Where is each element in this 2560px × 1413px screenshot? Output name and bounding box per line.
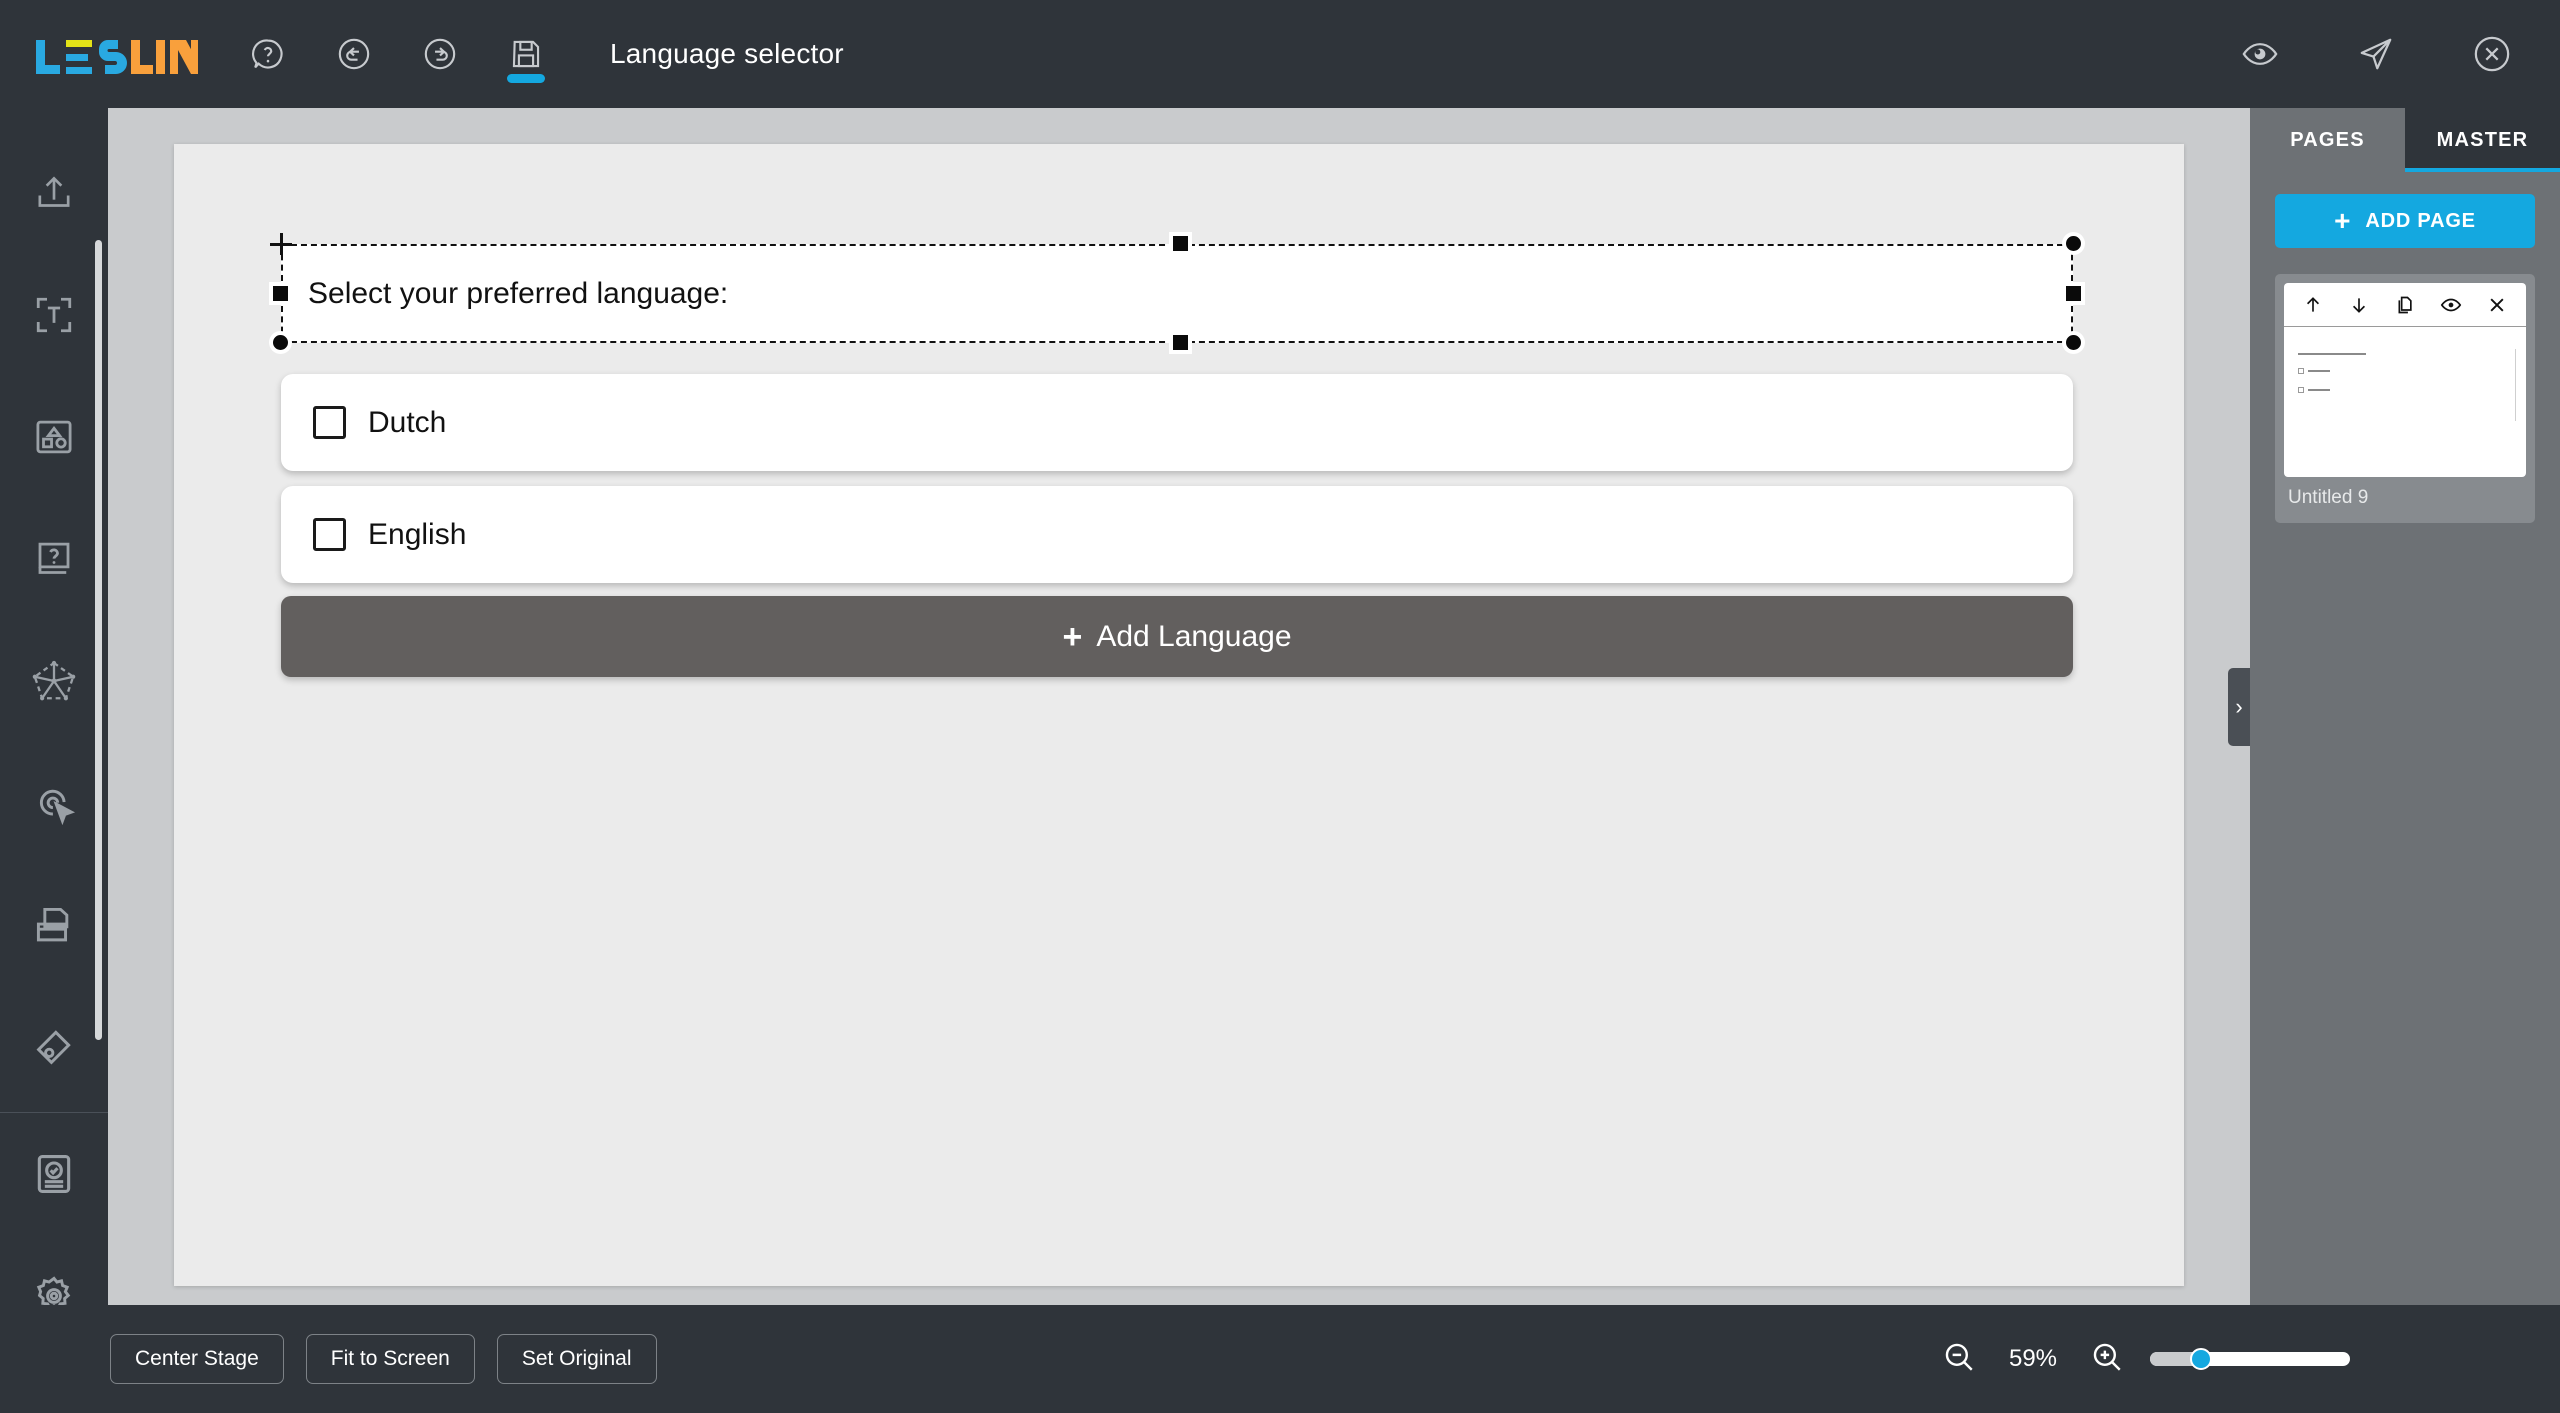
app-root: Language selector Select your preferred … bbox=[0, 0, 2560, 1413]
zoom-slider[interactable] bbox=[2150, 1348, 2350, 1370]
page-thumbnail-tools bbox=[2284, 283, 2526, 327]
resize-handle-top[interactable] bbox=[1173, 236, 1188, 251]
resize-handle-left[interactable] bbox=[273, 286, 288, 301]
sidebar-item-mindmap[interactable] bbox=[14, 622, 94, 744]
text-icon bbox=[33, 294, 75, 341]
logo-graphic bbox=[36, 40, 198, 74]
page-thumbnail[interactable] bbox=[2284, 283, 2526, 477]
sidebar-item-tags[interactable] bbox=[14, 988, 94, 1110]
plus-icon: + bbox=[1062, 617, 1083, 656]
tab-pages[interactable]: PAGES bbox=[2250, 108, 2405, 172]
left-toolbar bbox=[0, 108, 108, 1305]
add-language-button[interactable]: + Add Language bbox=[281, 596, 2073, 677]
move-handle-icon[interactable] bbox=[270, 233, 292, 255]
question-icon bbox=[33, 538, 75, 585]
option-label: English bbox=[368, 517, 467, 551]
tab-master[interactable]: MASTER bbox=[2405, 108, 2560, 172]
sidebar-item-upload[interactable] bbox=[14, 134, 94, 256]
page-title: Untitled 9 bbox=[2288, 487, 2369, 508]
tag-icon bbox=[32, 1025, 76, 1074]
sidebar-item-assessment[interactable] bbox=[14, 1115, 94, 1237]
upload-icon bbox=[34, 173, 74, 218]
checkbox-dutch[interactable] bbox=[313, 406, 346, 439]
zoom-level: 59% bbox=[2008, 1345, 2058, 1372]
prompt-text: Select your preferred language: bbox=[308, 276, 729, 310]
panel-collapse-toggle[interactable]: › bbox=[2228, 667, 2250, 746]
undo-icon[interactable] bbox=[328, 23, 380, 85]
resize-handle-bottom-right[interactable] bbox=[2066, 335, 2081, 350]
view-buttons: Center Stage Fit to Screen Set Original bbox=[110, 1334, 657, 1384]
document-title: Language selector bbox=[610, 38, 844, 69]
resize-handle-bottom-left[interactable] bbox=[273, 335, 288, 350]
page-thumbnail-card[interactable]: Untitled 9 bbox=[2275, 274, 2535, 523]
move-down-icon[interactable] bbox=[2346, 292, 2372, 318]
interaction-icon bbox=[32, 781, 76, 830]
sidebar-item-library[interactable] bbox=[14, 866, 94, 988]
bottom-bar: Center Stage Fit to Screen Set Original … bbox=[0, 1305, 2560, 1413]
save-active-indicator bbox=[507, 74, 545, 83]
delete-close-icon[interactable] bbox=[2484, 292, 2510, 318]
add-page-button[interactable]: + ADD PAGE bbox=[2275, 194, 2535, 248]
redo-icon[interactable] bbox=[414, 23, 466, 85]
thumb-title-line bbox=[2298, 353, 2366, 355]
add-page-label: ADD PAGE bbox=[2365, 209, 2476, 232]
network-icon bbox=[31, 658, 77, 709]
right-panel-tabs: PAGES MASTER bbox=[2250, 108, 2560, 172]
resize-handle-bottom[interactable] bbox=[1173, 335, 1188, 350]
main-body: Select your preferred language: Dutch En… bbox=[0, 108, 2560, 1305]
sidebar-divider bbox=[0, 1112, 108, 1113]
sidebar-item-question[interactable] bbox=[14, 500, 94, 622]
duplicate-icon[interactable] bbox=[2392, 292, 2418, 318]
option-row-dutch[interactable]: Dutch bbox=[281, 374, 2073, 471]
text-element-selected[interactable]: Select your preferred language: bbox=[270, 233, 2081, 350]
visibility-eye-icon[interactable] bbox=[2438, 292, 2464, 318]
option-row-english[interactable]: English bbox=[281, 486, 2073, 583]
folder-icon bbox=[32, 903, 76, 952]
thumb-edge-guide bbox=[2515, 349, 2516, 421]
sidebar-item-media[interactable] bbox=[14, 378, 94, 500]
zoom-controls: 59% bbox=[1942, 1340, 2350, 1379]
send-icon[interactable] bbox=[2350, 23, 2402, 85]
settings-gear-icon bbox=[32, 1274, 76, 1305]
sidebar-scrollbar[interactable] bbox=[95, 240, 102, 1040]
zoom-out-icon[interactable] bbox=[1942, 1340, 1976, 1379]
canvas-area[interactable]: Select your preferred language: Dutch En… bbox=[108, 108, 2250, 1305]
page-thumbnail-preview bbox=[2284, 327, 2526, 477]
resize-handle-top-right[interactable] bbox=[2066, 236, 2081, 251]
right-panel: PAGES MASTER + ADD PAGE Untitled 9 bbox=[2250, 108, 2560, 1305]
media-shapes-icon bbox=[33, 416, 75, 463]
header-tool-group bbox=[242, 23, 552, 85]
zoom-slider-knob[interactable] bbox=[2190, 1348, 2212, 1370]
preview-eye-icon[interactable] bbox=[2234, 23, 2286, 85]
thumb-option-line bbox=[2298, 387, 2512, 393]
resize-handle-right[interactable] bbox=[2066, 286, 2081, 301]
thumb-option-line bbox=[2298, 368, 2512, 374]
sidebar-item-text[interactable] bbox=[14, 256, 94, 378]
move-up-icon[interactable] bbox=[2300, 292, 2326, 318]
add-language-label: Add Language bbox=[1096, 619, 1292, 653]
page-canvas[interactable]: Select your preferred language: Dutch En… bbox=[174, 144, 2184, 1286]
fit-to-screen-button[interactable]: Fit to Screen bbox=[305, 1334, 475, 1384]
top-header: Language selector bbox=[0, 0, 2560, 108]
option-label: Dutch bbox=[368, 405, 447, 439]
chevron-right-icon: › bbox=[2235, 693, 2243, 719]
close-icon[interactable] bbox=[2466, 23, 2518, 85]
center-stage-button[interactable]: Center Stage bbox=[110, 1334, 284, 1384]
certificate-icon bbox=[32, 1152, 76, 1201]
leslinq-logo[interactable] bbox=[36, 26, 198, 82]
help-icon[interactable] bbox=[242, 23, 294, 85]
plus-icon: + bbox=[2334, 205, 2352, 236]
header-right-actions bbox=[2234, 0, 2518, 108]
save-icon[interactable] bbox=[500, 23, 552, 85]
set-original-button[interactable]: Set Original bbox=[496, 1334, 657, 1384]
sidebar-item-settings[interactable] bbox=[14, 1237, 94, 1305]
sidebar-item-interaction[interactable] bbox=[14, 744, 94, 866]
zoom-in-icon[interactable] bbox=[2090, 1340, 2124, 1379]
checkbox-english[interactable] bbox=[313, 518, 346, 551]
